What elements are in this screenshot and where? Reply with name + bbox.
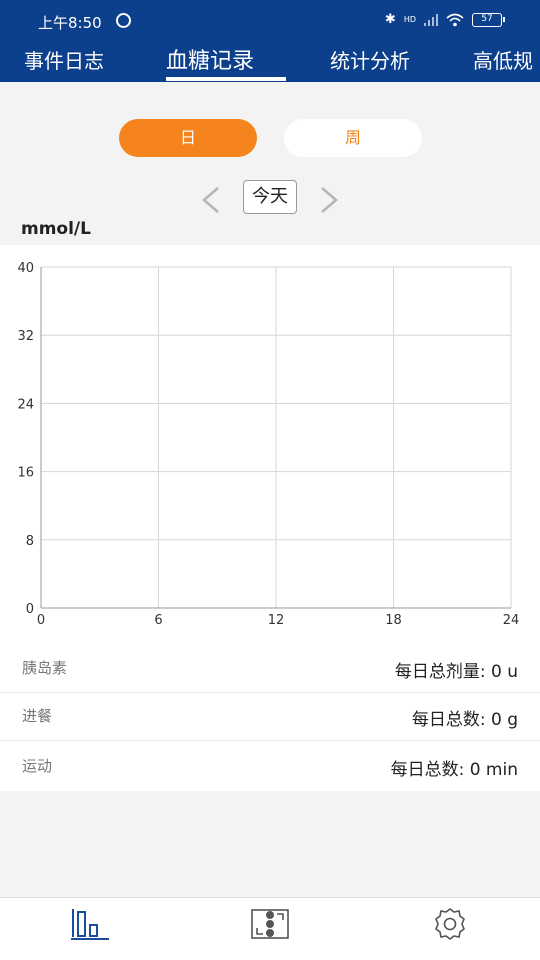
x-tick-label: 18 <box>385 613 402 628</box>
insulin-total-value: 每日总剂量: 0 u <box>394 662 518 682</box>
x-tick-label: 24 <box>503 613 520 628</box>
chevron-left-icon[interactable] <box>198 186 224 214</box>
tab-high-low[interactable]: 高低规 <box>473 45 533 74</box>
list-item: 进餐 每日总数: 0 g <box>0 693 540 741</box>
meal-total-value: 每日总数: 0 g <box>411 710 518 730</box>
tab-event-log[interactable]: 事件日志 <box>24 45 104 74</box>
chevron-right-icon[interactable] <box>316 186 342 214</box>
meal-label: 进餐 <box>22 707 53 725</box>
tab-statistics[interactable]: 统计分析 <box>330 45 410 74</box>
sync-icon[interactable] <box>250 906 290 942</box>
exercise-label: 运动 <box>22 757 53 775</box>
x-tick-label: 12 <box>268 613 285 628</box>
bluetooth-icon: ✱ <box>384 12 396 27</box>
app-header: 上午8:50 ✱ HD 57 事件日志 血糖记录 统计分析 高低规 <box>0 0 540 82</box>
insulin-label: 胰岛素 <box>22 659 68 677</box>
hd-indicator: HD <box>403 14 416 24</box>
status-bar: 上午8:50 ✱ HD 57 <box>0 0 540 42</box>
today-button[interactable]: 今天 <box>243 180 297 214</box>
bottom-nav <box>0 897 540 960</box>
settings-icon[interactable] <box>430 906 470 942</box>
alarm-icon <box>116 13 131 28</box>
glucose-chart: 0 6 12 18 24 0 8 16 24 32 40 <box>17 261 520 628</box>
exercise-total-value: 每日总数: 0 min <box>390 760 518 780</box>
y-tick-label: 16 <box>17 466 34 481</box>
status-icons: ✱ HD 57 <box>384 12 505 27</box>
active-tab-indicator <box>166 77 286 81</box>
x-tick-label: 0 <box>37 613 45 628</box>
tab-glucose-record[interactable]: 血糖记录 <box>166 43 254 75</box>
signal-icon <box>424 13 438 26</box>
list-item: 运动 每日总数: 0 min <box>0 743 540 791</box>
daily-summary: 胰岛素 每日总剂量: 0 u 进餐 每日总数: 0 g 运动 每日总数: 0 m… <box>0 645 540 791</box>
x-tick-label: 6 <box>154 613 162 628</box>
week-toggle-button[interactable]: 周 <box>284 119 422 157</box>
y-tick-label: 24 <box>17 397 34 412</box>
wifi-icon <box>446 13 464 26</box>
y-tick-label: 40 <box>17 261 34 276</box>
day-toggle-button[interactable]: 日 <box>119 119 257 157</box>
glucose-chart-panel: 0 6 12 18 24 0 8 16 24 32 40 <box>0 245 540 645</box>
top-tabs: 事件日志 血糖记录 统计分析 高低规 <box>0 42 540 82</box>
chart-icon[interactable] <box>70 906 110 942</box>
y-tick-label: 32 <box>17 329 34 344</box>
list-item: 胰岛素 每日总剂量: 0 u <box>0 645 540 693</box>
battery-icon: 57 <box>472 12 505 27</box>
status-time: 上午8:50 <box>38 14 102 32</box>
y-tick-label: 8 <box>26 534 34 549</box>
y-tick-label: 0 <box>26 602 34 617</box>
unit-label: mmol/L <box>21 219 91 239</box>
